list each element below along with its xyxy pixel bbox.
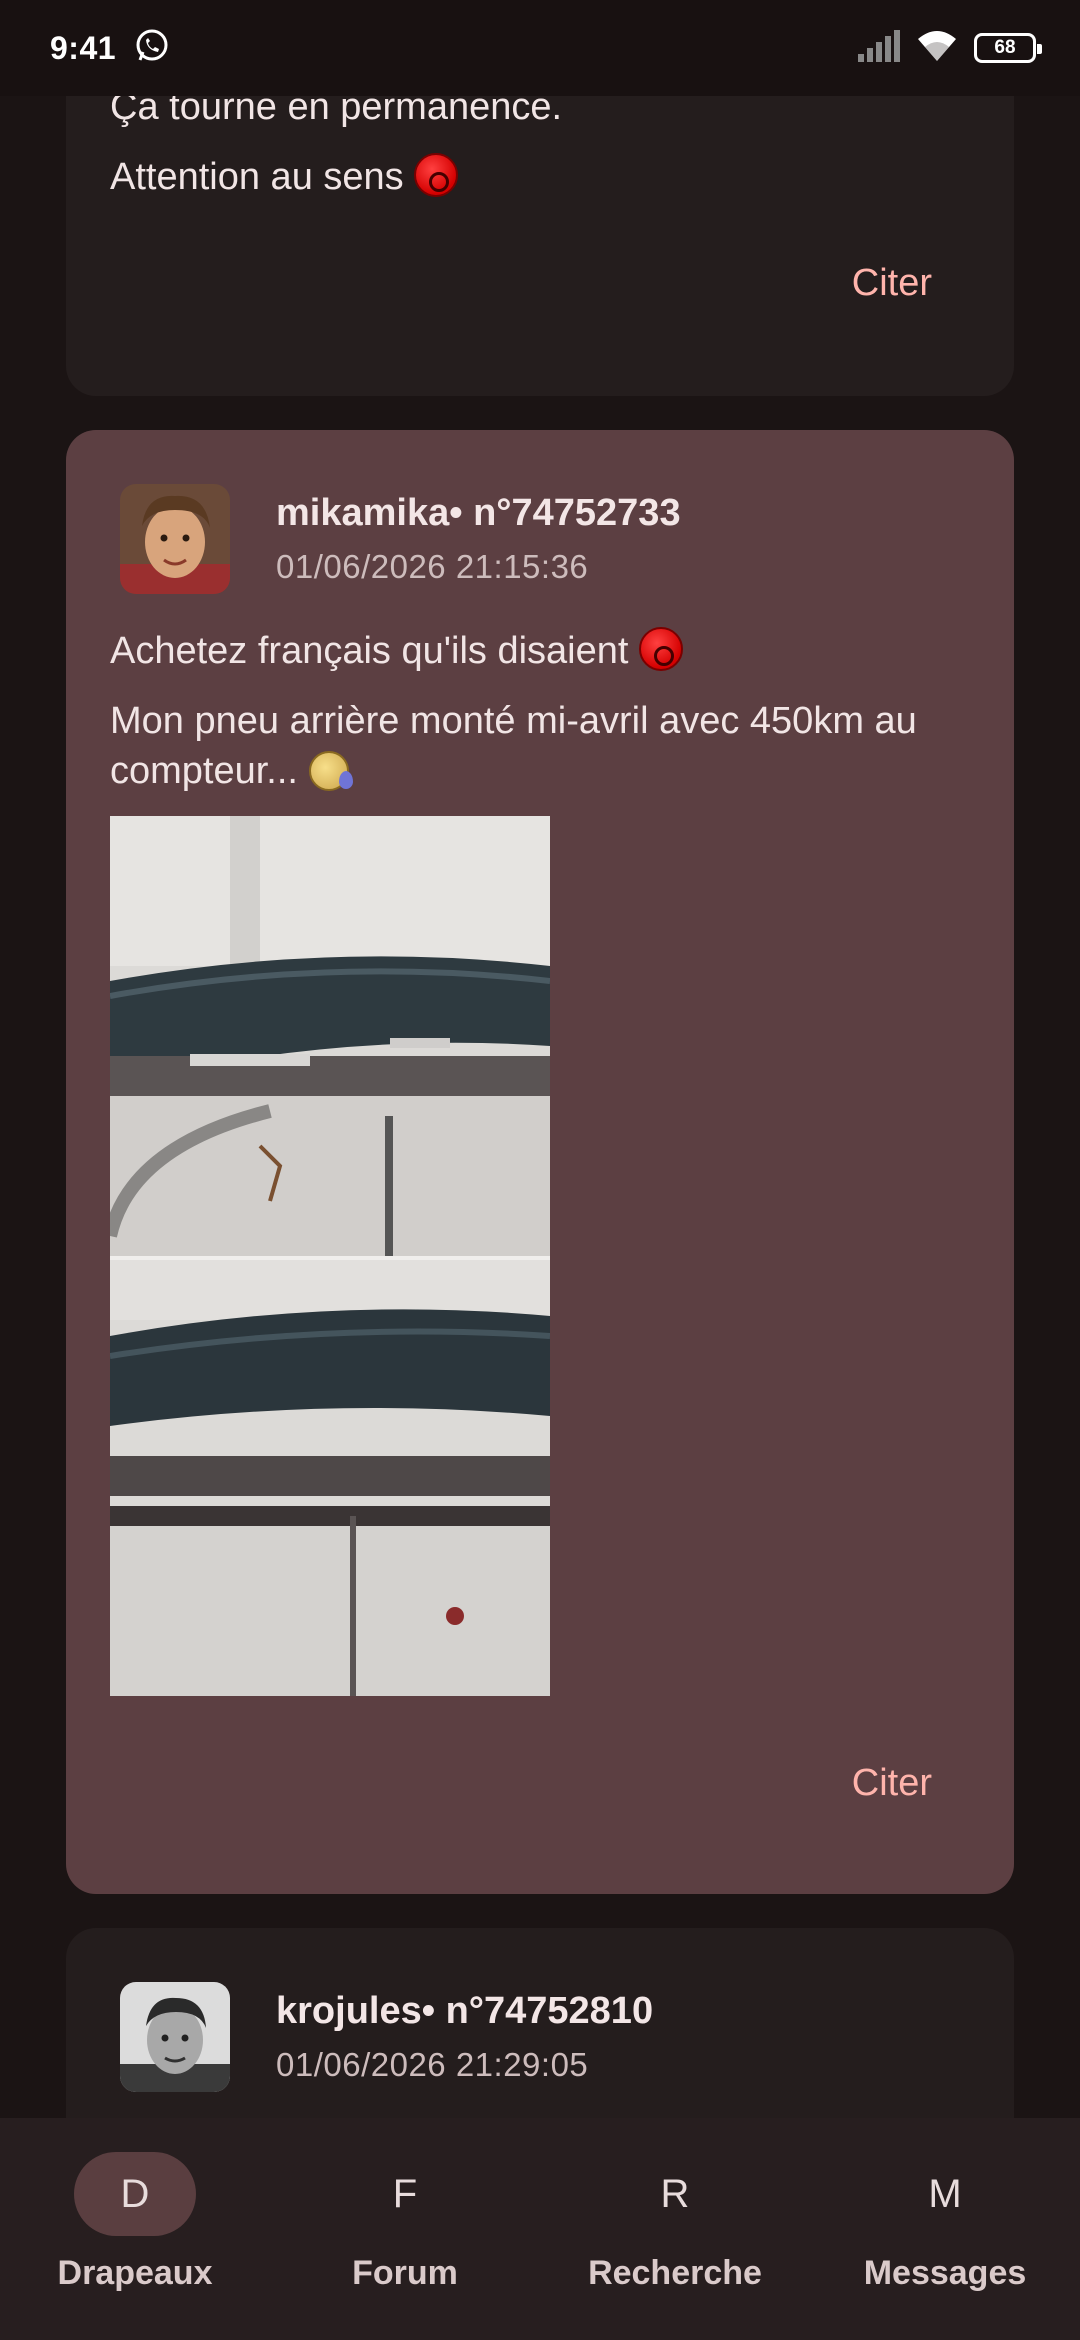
nav-item-drapeaux[interactable]: D Drapeaux — [0, 2118, 270, 2340]
avatar[interactable] — [120, 1982, 230, 2092]
forum-icon: F — [392, 2171, 418, 2216]
signal-icon — [858, 29, 900, 67]
angry-smiley-icon — [638, 627, 683, 671]
post-body: Ça tourne en permanence. Attention au se… — [110, 82, 944, 202]
quote-button[interactable]: Citer — [852, 1762, 932, 1805]
clock: 9:41 — [50, 29, 117, 66]
messages-icon: M — [928, 2171, 962, 2216]
author-name[interactable]: krojules — [276, 1990, 422, 2032]
post-card: krojules• n°74752810 01/06/2026 21:29:05 — [66, 1928, 1014, 2118]
post-author[interactable]: krojules• n°74752810 — [276, 1990, 653, 2033]
post-body: Achetez français qu'ils disaient Mon pne… — [110, 626, 944, 796]
post-text-line: Achetez français qu'ils disaient — [110, 630, 629, 672]
whatsapp-icon — [134, 28, 170, 69]
battery-icon: 68 — [974, 33, 1042, 63]
post-author[interactable]: mikamika• n°74752733 — [276, 492, 681, 535]
nav-item-recherche[interactable]: R Recherche — [540, 2118, 810, 2340]
post-number: • n°74752733 — [449, 492, 681, 534]
post-text-line: Mon pneu arrière monté mi-avril avec 450… — [110, 700, 917, 792]
post-image[interactable] — [110, 816, 550, 1696]
nav-label: Messages — [863, 2254, 1027, 2292]
nav-label: Forum — [352, 2254, 458, 2292]
post-date: 01/06/2026 21:29:05 — [276, 2046, 589, 2083]
nav-item-forum[interactable]: F Forum — [270, 2118, 540, 2340]
wifi-icon — [916, 29, 958, 68]
post-text-line: Attention au sens — [110, 156, 404, 198]
nav-item-messages[interactable]: M Messages — [810, 2118, 1080, 2340]
sweat-smiley-icon — [308, 751, 353, 791]
author-name[interactable]: mikamika — [276, 492, 449, 534]
post-card: mikamika• n°74752733 01/06/2026 21:15:36… — [66, 430, 1014, 1894]
nav-label: Drapeaux — [57, 2254, 213, 2292]
angry-smiley-icon — [414, 153, 459, 197]
status-bar: 9:41 68 — [0, 0, 1080, 96]
bottom-navigation: D Drapeaux F Forum R Recherche M Message… — [0, 2118, 1080, 2340]
recherche-icon: R — [660, 2171, 690, 2216]
topic-feed[interactable]: Ça tourne en permanence. Attention au se… — [0, 0, 1080, 2118]
post-number: • n°74752810 — [421, 1990, 654, 2032]
drapeaux-icon: D — [74, 2152, 196, 2236]
quote-button[interactable]: Citer — [852, 262, 932, 305]
nav-label: Recherche — [588, 2254, 762, 2292]
avatar[interactable] — [120, 484, 230, 594]
post-date: 01/06/2026 21:15:36 — [276, 548, 589, 585]
